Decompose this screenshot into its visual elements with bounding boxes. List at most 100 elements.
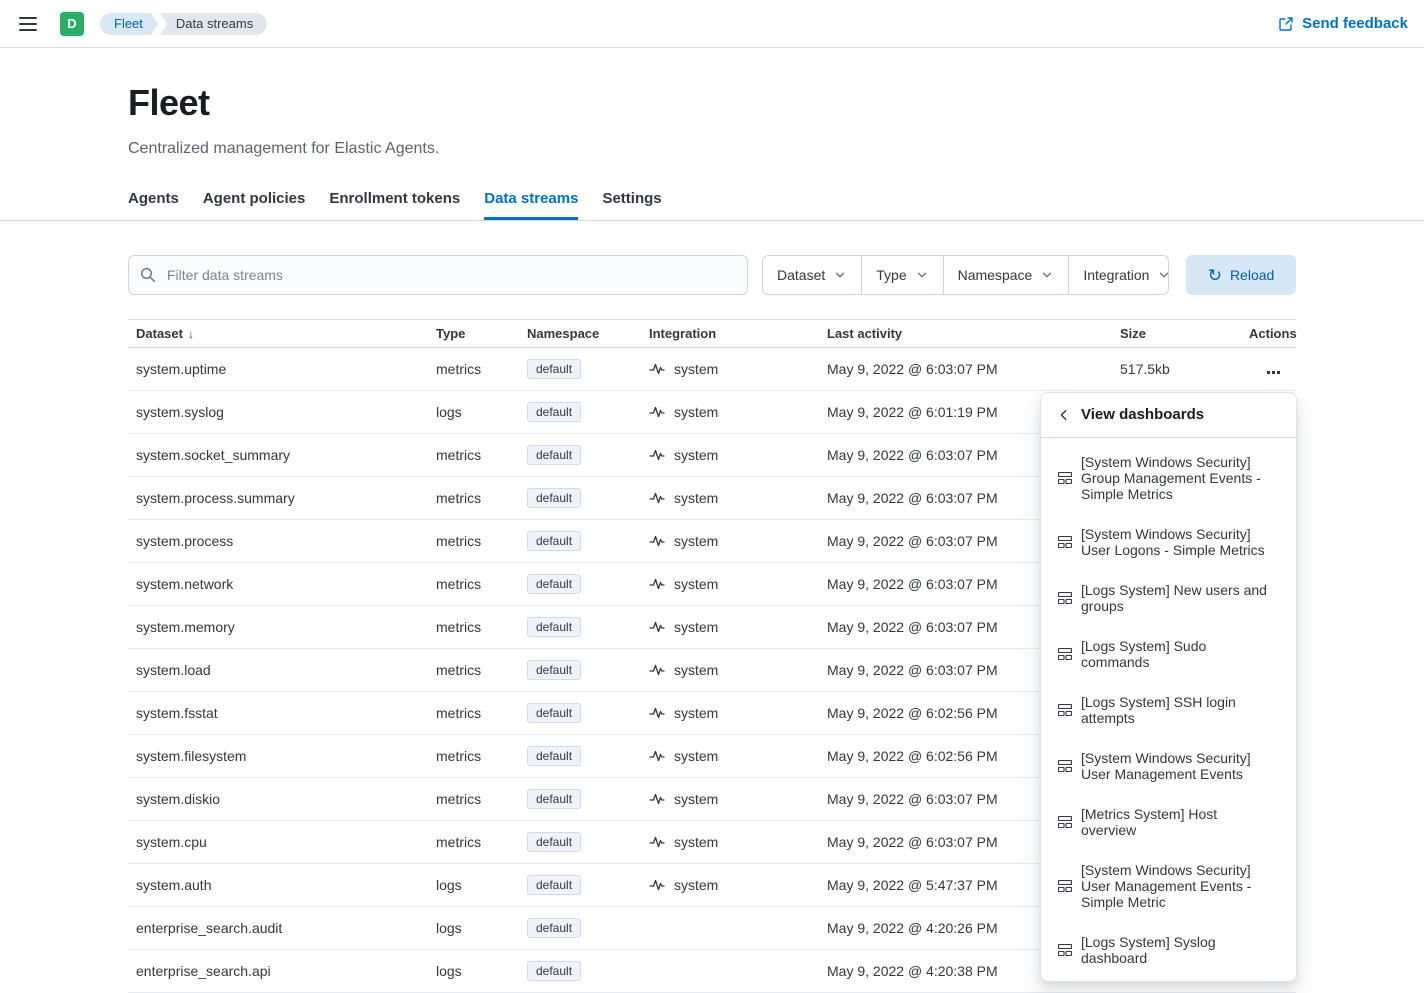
type-cell: metrics [428,606,519,649]
dataset-cell: system.fsstat [128,692,428,735]
tab-agents[interactable]: Agents [128,184,179,220]
integration-cell: system [641,649,819,692]
filter-data-streams-input[interactable] [128,255,748,295]
chevron-down-icon [1040,268,1054,282]
namespace-cell: default [519,477,641,520]
filter-label: Namespace [958,267,1033,283]
dashboard-link-label: [System Windows Security] User Logons - … [1081,526,1267,558]
popover-title: View dashboards [1081,405,1204,425]
send-feedback-label: Send feedback [1302,15,1408,32]
integration-cell: system [641,348,819,391]
filter-button-namespace[interactable]: Namespace [943,256,1069,294]
namespace-cell: default [519,606,641,649]
dashboard-link-label: [Logs System] Syslog dashboard [1081,934,1267,966]
type-cell: metrics [428,778,519,821]
dashboard-icon [1057,646,1073,662]
integration-name: system [674,576,718,592]
integration-cell: system [641,391,819,434]
breadcrumb-data-streams: Data streams [160,13,267,35]
namespace-cell: default [519,950,641,993]
dataset-cell: system.load [128,649,428,692]
namespace-badge: default [527,402,581,422]
dashboard-link-label: [System Windows Security] User Managemen… [1081,750,1267,782]
table-head-row: Dataset↓TypeNamespaceIntegrationLast act… [128,320,1296,348]
actions-button[interactable] [1263,367,1284,378]
breadcrumb-fleet[interactable]: Fleet [100,13,151,35]
type-cell: metrics [428,434,519,477]
integration-cell [641,907,819,950]
tab-enrollment-tokens[interactable]: Enrollment tokens [329,184,460,220]
integration-name: system [674,834,718,850]
deployment-badge[interactable]: D [60,12,84,36]
column-header-actions: Actions [1241,320,1296,348]
dashboard-link[interactable]: [Logs System] SSH login attempts [1045,686,1292,734]
type-cell: logs [428,907,519,950]
back-button[interactable] [1057,408,1071,422]
column-header-last-activity: Last activity [819,320,1112,348]
integration-name: system [674,662,718,678]
namespace-badge: default [527,445,581,465]
dataset-cell: system.uptime [128,348,428,391]
dashboard-link[interactable]: [Logs System] Syslog dashboard [1045,926,1292,974]
dashboard-list: [System Windows Security] Group Manageme… [1041,438,1296,982]
integration-cell [641,950,819,993]
dashboard-link[interactable]: [System Windows Security] User Managemen… [1045,742,1292,790]
namespace-badge: default [527,531,581,551]
namespace-badge: default [527,746,581,766]
menu-icon[interactable] [10,6,46,42]
reload-button[interactable]: ↻ Reload [1186,255,1296,295]
filter-button-dataset[interactable]: Dataset [763,256,861,294]
type-cell: metrics [428,520,519,563]
integration-name: system [674,447,718,463]
chevron-down-icon [915,268,929,282]
dashboard-link[interactable]: [System Windows Security] Group Manageme… [1045,446,1292,510]
column-header-type: Type [428,320,519,348]
namespace-badge: default [527,875,581,895]
system-integration-icon [649,533,665,549]
integration-cell: system [641,563,819,606]
dashboard-link[interactable]: [Logs System] Sudo commands [1045,630,1292,678]
namespace-badge: default [527,488,581,508]
integration-name: system [674,361,718,377]
size-cell: 517.5kb [1112,348,1241,391]
namespace-badge: default [527,832,581,852]
type-cell: metrics [428,649,519,692]
dashboard-icon [1057,534,1073,550]
integration-name: system [674,404,718,420]
column-header-dataset[interactable]: Dataset↓ [128,320,428,348]
filter-button-type[interactable]: Type [861,256,942,294]
type-cell: logs [428,391,519,434]
dashboard-link[interactable]: [Metrics System] Host overview [1045,798,1292,846]
dashboard-link[interactable]: [System Windows Security] User Logons - … [1045,518,1292,566]
dashboard-link[interactable]: [Logs System] New users and groups [1045,574,1292,622]
namespace-badge: default [527,918,581,938]
tab-agent-policies[interactable]: Agent policies [203,184,306,220]
tab-data-streams[interactable]: Data streams [484,184,578,220]
system-integration-icon [649,877,665,893]
filter-label: Integration [1083,267,1149,283]
dataset-cell: system.syslog [128,391,428,434]
system-integration-icon [649,662,665,678]
send-feedback-link[interactable]: Send feedback [1278,15,1408,32]
tab-settings[interactable]: Settings [602,184,661,220]
filter-button-integration[interactable]: Integration [1068,256,1169,294]
integration-name: system [674,748,718,764]
dataset-cell: enterprise_search.audit [128,907,428,950]
integration-name: system [674,490,718,506]
integration-cell: system [641,692,819,735]
namespace-cell: default [519,864,641,907]
system-integration-icon [649,490,665,506]
dataset-cell: enterprise_search.api [128,950,428,993]
integration-cell: system [641,434,819,477]
dashboard-link-label: [Logs System] SSH login attempts [1081,694,1267,726]
system-integration-icon [649,705,665,721]
integration-cell: system [641,735,819,778]
integration-name: system [674,533,718,549]
namespace-badge: default [527,703,581,723]
page-title: Fleet [128,82,1296,124]
dataset-cell: system.diskio [128,778,428,821]
dataset-cell: system.filesystem [128,735,428,778]
system-integration-icon [649,404,665,420]
dashboard-link[interactable]: [System Windows Security] User Managemen… [1045,854,1292,918]
integration-name: system [674,877,718,893]
